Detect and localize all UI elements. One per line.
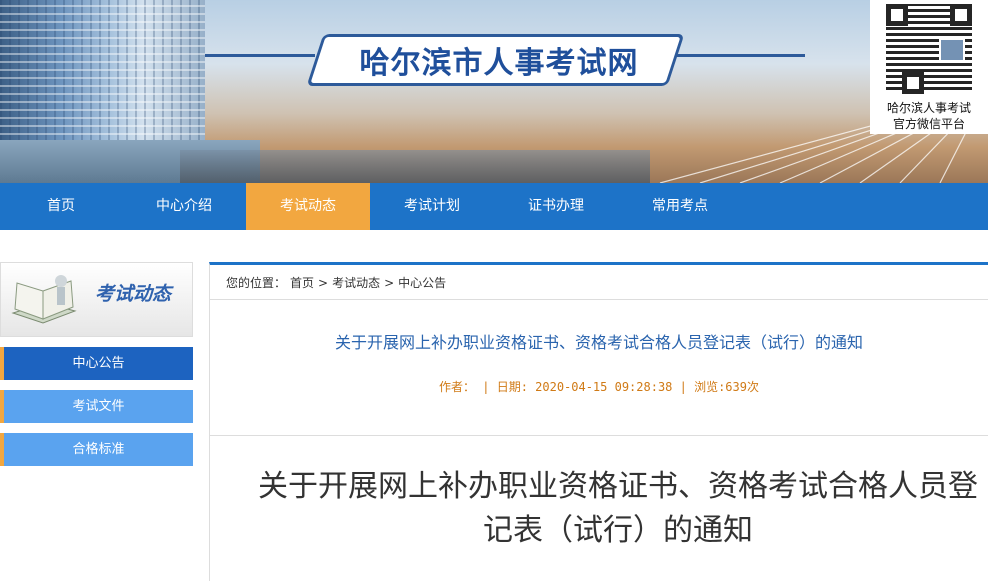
qr-code-icon (886, 4, 972, 94)
qr-caption-1: 哈尔滨人事考试 (886, 101, 971, 115)
nav-exam-plan[interactable]: 考试计划 (370, 183, 494, 230)
nav-exam-news[interactable]: 考试动态 (246, 183, 370, 230)
nav-home[interactable]: 首页 (0, 183, 122, 230)
breadcrumb-exam-news[interactable]: 考试动态 (332, 276, 380, 290)
breadcrumb-separator: > (318, 276, 329, 290)
book-icon (11, 275, 77, 324)
site-title: 哈尔滨市人事考试网 (359, 46, 639, 81)
article-heading: 关于开展网上补办职业资格证书、资格考试合格人员登 记表（试行）的通知 (258, 465, 978, 553)
qr-logo (939, 38, 965, 62)
sidebar-item-center-notice[interactable]: 中心公告 (0, 347, 193, 380)
title-line-left (205, 54, 315, 57)
article-heading-line1: 关于开展网上补办职业资格证书、资格考试合格人员登 (258, 469, 978, 504)
article-title: 关于开展网上补办职业资格证书、资格考试合格人员登记表（试行）的通知 (334, 333, 863, 352)
site-title-bar: 哈尔滨市人事考试网 (205, 28, 805, 86)
breadcrumb-prefix: 您的位置： (226, 276, 287, 290)
wechat-qr-panel: 哈尔滨人事考试 官方微信平台 (870, 0, 988, 134)
sidebar-item-pass-standard[interactable]: 合格标准 (0, 433, 193, 466)
site-banner: 哈尔滨市人事考试网 哈尔滨人事考试 官方微信平台 (0, 0, 988, 183)
qr-corner (902, 72, 924, 94)
breadcrumb: 您的位置： 首页 > 考试动态 > 中心公告 (226, 274, 450, 291)
sidebar-item-exam-docs[interactable]: 考试文件 (0, 390, 193, 423)
nav-exam-sites[interactable]: 常用考点 (618, 183, 742, 230)
qr-caption-2: 官方微信平台 (892, 117, 965, 131)
sidebar-header: 考试动态 (0, 262, 193, 337)
nav-certificate[interactable]: 证书办理 (494, 183, 618, 230)
article-meta: 作者： | 日期: 2020-04-15 09:28:38 | 浏览:639次 (439, 380, 759, 394)
sidebar-title: 考试动态 (95, 283, 172, 305)
divider (210, 299, 988, 300)
title-line-right (675, 54, 805, 57)
divider (210, 435, 988, 436)
main-content: 您的位置： 首页 > 考试动态 > 中心公告 关于开展网上补办职业资格证书、资格考试合格人… (209, 262, 988, 581)
city-skyline (180, 150, 650, 183)
main-nav: 首页 中心介绍 考试动态 考试计划 证书办理 常用考点 (0, 183, 988, 230)
article-heading-line2: 记表（试行）的通知 (483, 513, 753, 548)
breadcrumb-home[interactable]: 首页 (290, 276, 314, 290)
breadcrumb-separator: > (384, 276, 395, 290)
nav-center-intro[interactable]: 中心介绍 (122, 183, 246, 230)
breadcrumb-center-notice[interactable]: 中心公告 (398, 276, 446, 290)
